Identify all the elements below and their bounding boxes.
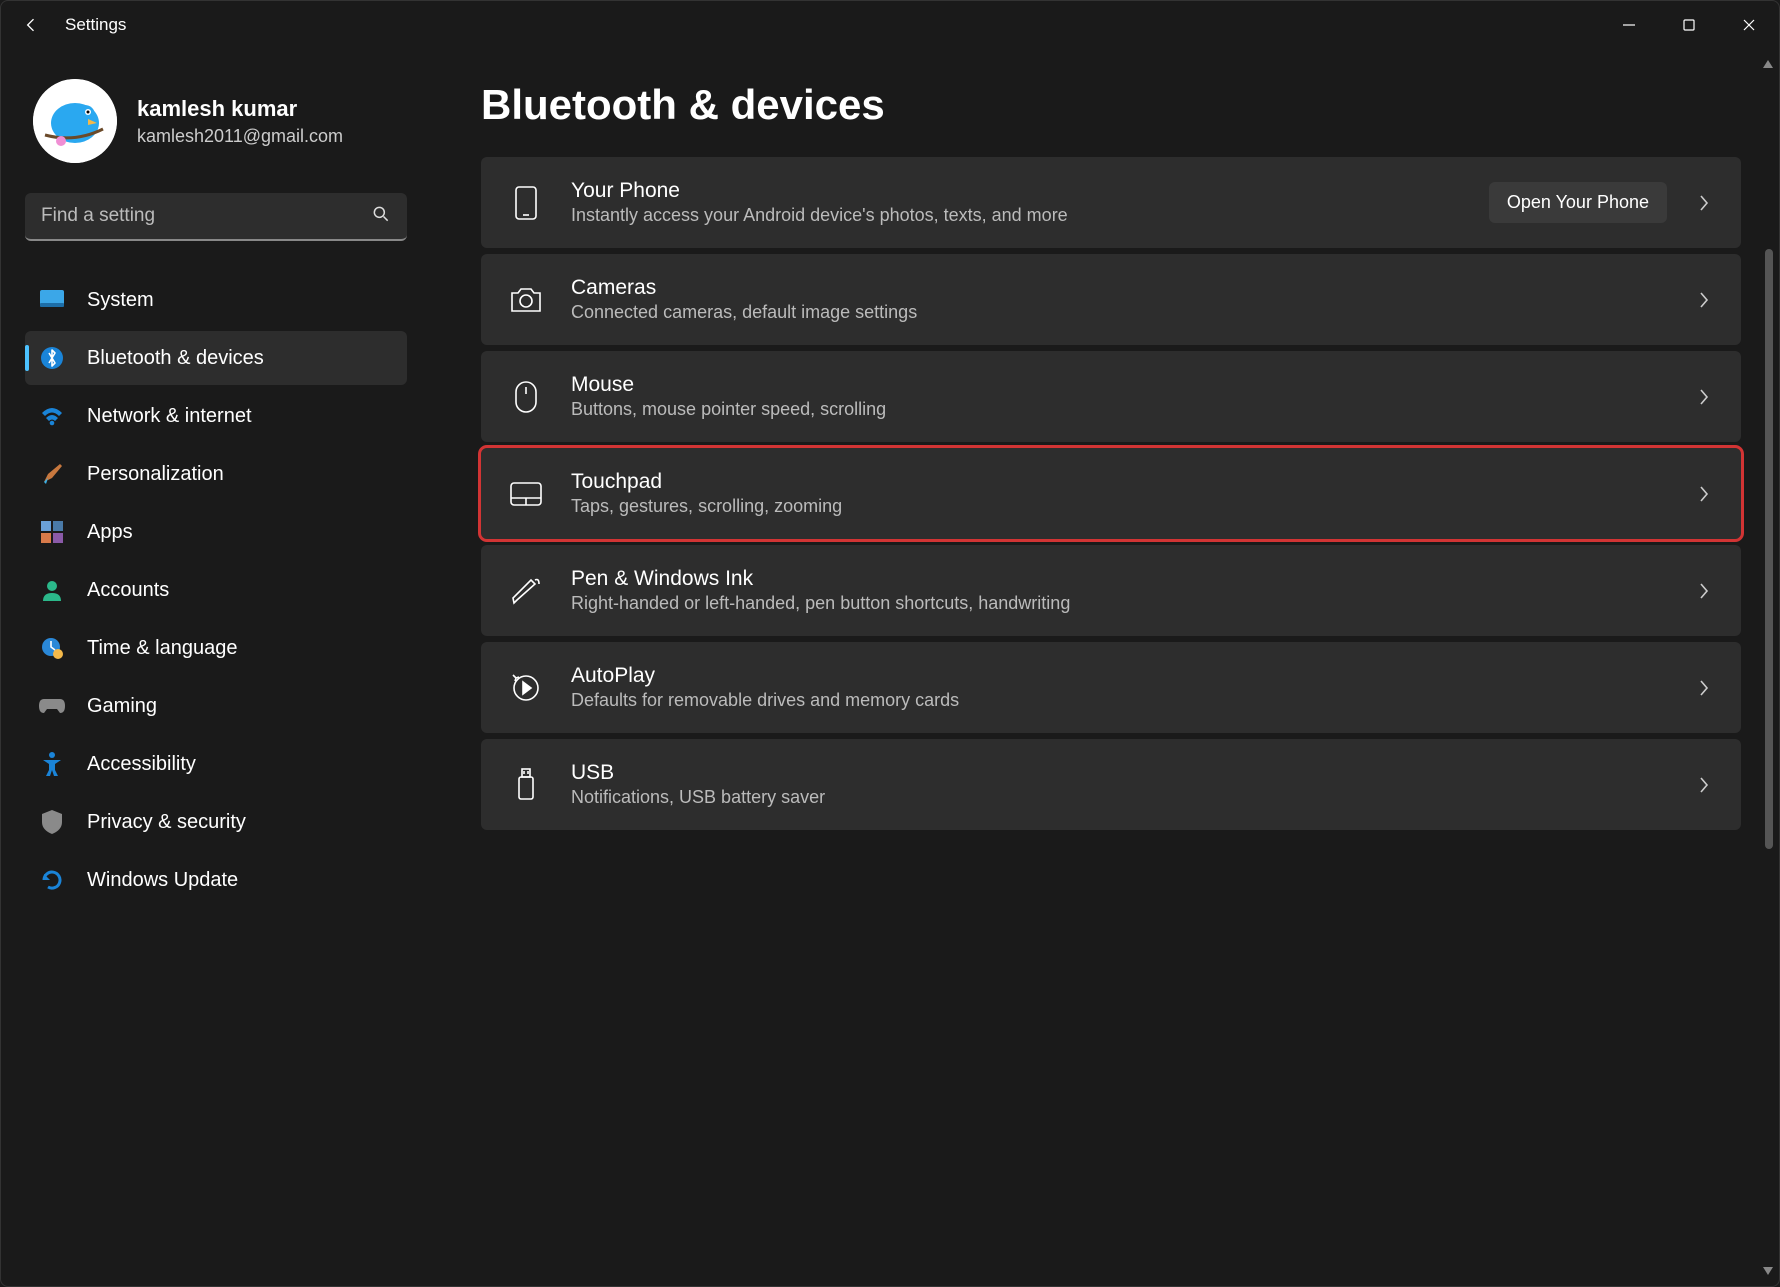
nav-gaming[interactable]: Gaming — [25, 679, 407, 733]
page-title: Bluetooth & devices — [481, 81, 1741, 129]
mouse-icon — [509, 380, 543, 414]
shield-icon — [39, 809, 65, 835]
nav-system[interactable]: System — [25, 273, 407, 327]
nav-label: Accessibility — [87, 753, 196, 776]
nav-label: Personalization — [87, 463, 224, 486]
search-icon — [371, 204, 391, 229]
phone-icon — [509, 186, 543, 220]
chevron-right-icon — [1695, 388, 1713, 406]
card-title: Mouse — [571, 373, 1667, 397]
nav-label: Apps — [87, 521, 133, 544]
card-title: Touchpad — [571, 470, 1667, 494]
apps-icon — [39, 519, 65, 545]
nav-time-language[interactable]: Time & language — [25, 621, 407, 675]
scrollbar-thumb[interactable] — [1765, 249, 1773, 849]
nav-label: Time & language — [87, 637, 237, 660]
open-your-phone-button[interactable]: Open Your Phone — [1489, 182, 1667, 223]
card-title: AutoPlay — [571, 664, 1667, 688]
user-info[interactable]: kamlesh kumar kamlesh2011@gmail.com — [25, 79, 407, 163]
maximize-button[interactable] — [1659, 5, 1719, 45]
card-sub: Instantly access your Android device's p… — [571, 205, 1461, 226]
card-cameras[interactable]: Cameras Connected cameras, default image… — [481, 254, 1741, 345]
close-button[interactable] — [1719, 5, 1779, 45]
nav-label: Privacy & security — [87, 811, 246, 834]
user-email: kamlesh2011@gmail.com — [137, 126, 343, 147]
card-usb[interactable]: USB Notifications, USB battery saver — [481, 739, 1741, 830]
card-mouse[interactable]: Mouse Buttons, mouse pointer speed, scro… — [481, 351, 1741, 442]
chevron-right-icon — [1695, 679, 1713, 697]
card-title: Cameras — [571, 276, 1667, 300]
nav-accessibility[interactable]: Accessibility — [25, 737, 407, 791]
chevron-right-icon — [1695, 776, 1713, 794]
search-input[interactable] — [41, 205, 371, 227]
settings-list: Your Phone Instantly access your Android… — [481, 157, 1741, 830]
usb-icon — [509, 768, 543, 802]
main-content: Bluetooth & devices Your Phone Instantly… — [431, 49, 1779, 1286]
person-icon — [39, 577, 65, 603]
card-autoplay[interactable]: AutoPlay Defaults for removable drives a… — [481, 642, 1741, 733]
nav-label: Accounts — [87, 579, 169, 602]
nav-apps[interactable]: Apps — [25, 505, 407, 559]
card-your-phone[interactable]: Your Phone Instantly access your Android… — [481, 157, 1741, 248]
card-touchpad[interactable]: Touchpad Taps, gestures, scrolling, zoom… — [481, 448, 1741, 539]
nav-label: Windows Update — [87, 869, 238, 892]
avatar — [33, 79, 117, 163]
bluetooth-icon — [39, 345, 65, 371]
minimize-button[interactable] — [1599, 5, 1659, 45]
pen-icon — [509, 574, 543, 608]
wifi-icon — [39, 403, 65, 429]
camera-icon — [509, 283, 543, 317]
card-title: Pen & Windows Ink — [571, 567, 1667, 591]
system-icon — [39, 287, 65, 313]
nav-label: System — [87, 289, 154, 312]
card-title: USB — [571, 761, 1667, 785]
autoplay-icon — [509, 671, 543, 705]
chevron-right-icon — [1695, 485, 1713, 503]
touchpad-icon — [509, 477, 543, 511]
nav-label: Bluetooth & devices — [87, 347, 264, 370]
card-sub: Buttons, mouse pointer speed, scrolling — [571, 399, 1667, 420]
update-icon — [39, 867, 65, 893]
sidebar: kamlesh kumar kamlesh2011@gmail.com Syst… — [1, 49, 431, 1286]
chevron-right-icon — [1695, 194, 1713, 212]
window-controls — [1599, 5, 1779, 45]
accessibility-icon — [39, 751, 65, 777]
card-title: Your Phone — [571, 179, 1461, 203]
card-pen[interactable]: Pen & Windows Ink Right-handed or left-h… — [481, 545, 1741, 636]
card-sub: Defaults for removable drives and memory… — [571, 690, 1667, 711]
search-box[interactable] — [25, 193, 407, 241]
brush-icon — [39, 461, 65, 487]
back-button[interactable] — [21, 15, 41, 35]
chevron-right-icon — [1695, 291, 1713, 309]
card-sub: Taps, gestures, scrolling, zooming — [571, 496, 1667, 517]
app-title: Settings — [65, 15, 126, 35]
nav-accounts[interactable]: Accounts — [25, 563, 407, 617]
card-sub: Connected cameras, default image setting… — [571, 302, 1667, 323]
chevron-right-icon — [1695, 582, 1713, 600]
nav-list: System Bluetooth & devices Network & int… — [25, 273, 407, 907]
gamepad-icon — [39, 693, 65, 719]
nav-network[interactable]: Network & internet — [25, 389, 407, 443]
scroll-down-icon[interactable] — [1761, 1264, 1775, 1278]
nav-label: Network & internet — [87, 405, 252, 428]
nav-privacy-security[interactable]: Privacy & security — [25, 795, 407, 849]
clock-globe-icon — [39, 635, 65, 661]
nav-windows-update[interactable]: Windows Update — [25, 853, 407, 907]
scroll-up-icon[interactable] — [1761, 57, 1775, 71]
user-name: kamlesh kumar — [137, 96, 343, 122]
window-frame: Settings — [0, 0, 1780, 1287]
nav-bluetooth-devices[interactable]: Bluetooth & devices — [25, 331, 407, 385]
card-sub: Notifications, USB battery saver — [571, 787, 1667, 808]
titlebar: Settings — [1, 1, 1779, 49]
card-sub: Right-handed or left-handed, pen button … — [571, 593, 1667, 614]
scrollbar[interactable] — [1761, 49, 1775, 1286]
nav-personalization[interactable]: Personalization — [25, 447, 407, 501]
nav-label: Gaming — [87, 695, 157, 718]
